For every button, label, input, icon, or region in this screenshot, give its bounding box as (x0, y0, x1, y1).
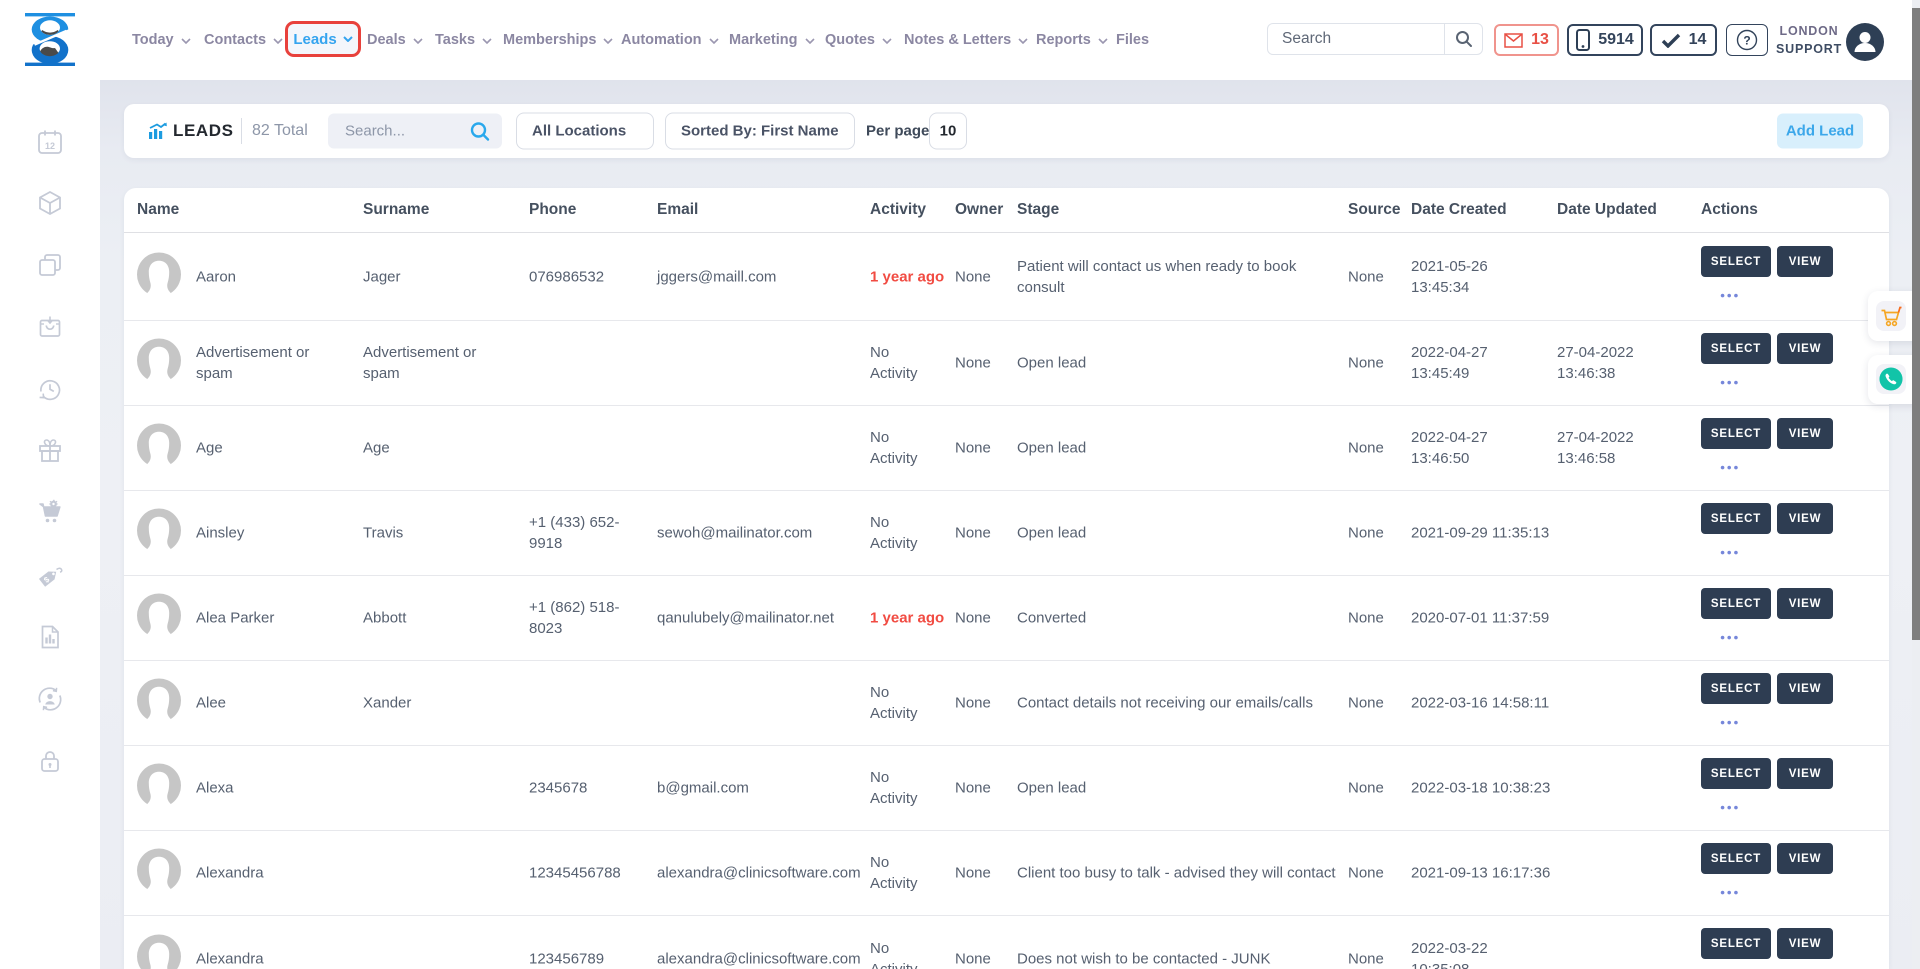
svg-text:12: 12 (45, 141, 55, 151)
svg-text:?: ? (1743, 34, 1750, 48)
